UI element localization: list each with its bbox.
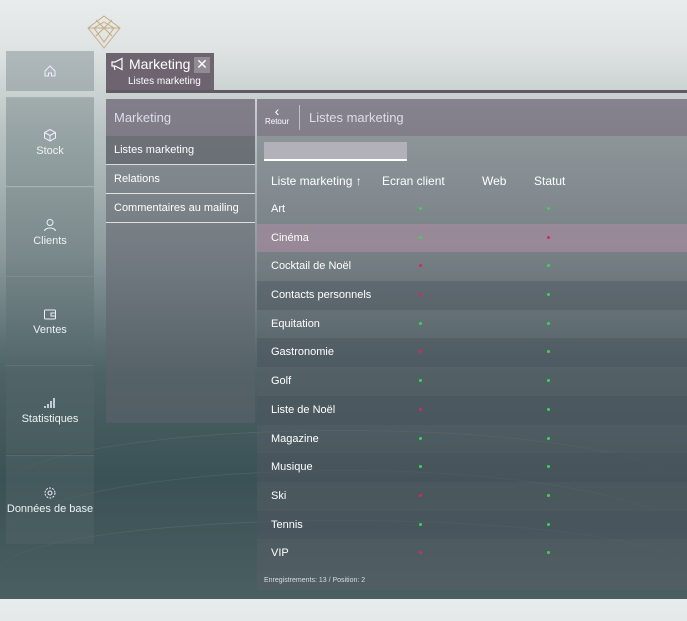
main-header: ‹ Retour Listes marketing: [257, 99, 687, 136]
row-name: VIP: [271, 547, 289, 560]
statut-status-dot: [547, 207, 550, 210]
bar-chart-icon: [44, 397, 55, 408]
ecran-client-status-dot: [419, 379, 422, 383]
submenu-item-commentaires-mailing[interactable]: Commentaires au mailing: [106, 194, 255, 223]
ecran-client-status-dot: [419, 321, 422, 325]
nav-label: Clients: [33, 234, 67, 247]
wallet-icon: [44, 309, 56, 319]
nav-label: Statistiques: [21, 412, 79, 425]
tab-subtitle: Listes marketing: [128, 76, 201, 87]
statut-status-dot: [547, 264, 550, 268]
row-name: Magazine: [271, 432, 319, 445]
nav-item-stock[interactable]: Stock: [6, 97, 94, 186]
statut-status-dot: [547, 407, 550, 411]
statut-status-dot: [547, 235, 550, 239]
column-header-web[interactable]: Web: [482, 174, 506, 188]
table-row[interactable]: Contacts personnels: [257, 281, 687, 310]
table-body: Art Cinéma Cocktail de Noël Contacts person…: [257, 195, 687, 568]
submenu-item-listes-marketing[interactable]: Listes marketing: [106, 136, 255, 165]
search-input[interactable]: [264, 142, 407, 161]
statut-status-dot: [547, 522, 550, 526]
statut-status-dot: [547, 379, 550, 383]
row-name: Ski: [271, 489, 287, 502]
ecran-client-status-dot: [419, 235, 422, 239]
table-row[interactable]: Tennis: [257, 510, 687, 540]
column-header-statut[interactable]: Statut: [534, 174, 565, 188]
tab-underline: [106, 90, 687, 93]
ecran-client-status-dot: [419, 293, 422, 297]
statut-status-dot: [547, 551, 550, 555]
nav-item-ventes[interactable]: Ventes: [6, 276, 94, 365]
main-navigation: Stock Clients Ventes Statistiques Donnée…: [6, 51, 94, 545]
statut-status-dot: [547, 321, 550, 325]
ecran-client-status-dot: [419, 436, 422, 440]
row-name: Cinéma: [271, 231, 309, 244]
ecran-client-status-dot: [419, 465, 422, 469]
table-row[interactable]: Ski: [257, 482, 687, 511]
statut-status-dot: [547, 436, 550, 440]
row-name: Contacts personnels: [271, 289, 372, 302]
column-header-liste[interactable]: Liste marketing ↑: [271, 174, 362, 188]
user-icon: [44, 218, 56, 231]
gear-icon: [44, 487, 56, 498]
statut-status-dot: [547, 350, 550, 354]
table-row[interactable]: Magazine: [257, 425, 687, 454]
secondary-menu: Marketing Listes marketing Relations Com…: [106, 99, 255, 423]
table-row[interactable]: VIP: [257, 539, 687, 568]
ecran-client-status-dot: [419, 207, 422, 210]
record-status: Enregistrements: 13 / Position: 2: [264, 577, 366, 584]
nav-item-statistiques[interactable]: Statistiques: [6, 365, 94, 454]
row-name: Cocktail de Noël: [271, 260, 352, 273]
close-icon[interactable]: ✕: [194, 57, 210, 73]
row-name: Liste de Noël: [271, 403, 336, 416]
submenu-item-relations[interactable]: Relations: [106, 165, 255, 194]
box-icon: [44, 128, 56, 142]
table-row[interactable]: Cocktail de Noël: [257, 252, 687, 281]
row-name: Tennis: [271, 518, 303, 531]
table-row[interactable]: Musique: [257, 453, 687, 482]
table-row[interactable]: Golf: [257, 367, 687, 396]
row-name: Equitation: [271, 317, 320, 330]
back-label: Retour: [264, 117, 289, 126]
statut-status-dot: [547, 465, 550, 469]
home-icon: [44, 65, 56, 77]
statut-status-dot: [547, 493, 550, 497]
megaphone-icon: [111, 57, 123, 71]
column-header-ecran-client[interactable]: Ecran client: [382, 174, 445, 188]
divider: [299, 105, 300, 130]
back-button[interactable]: ‹ Retour: [261, 103, 293, 126]
submenu-title: Marketing: [106, 99, 255, 136]
chevron-left-icon: ‹: [274, 103, 280, 119]
nav-label: Données de base: [6, 502, 94, 515]
nav-item-clients[interactable]: Clients: [6, 187, 94, 276]
home-button[interactable]: [6, 51, 94, 91]
ecran-client-status-dot: [419, 407, 422, 411]
ecran-client-status-dot: [419, 264, 422, 268]
statut-status-dot: [547, 293, 550, 297]
row-name: Musique: [271, 461, 313, 474]
ecran-client-status-dot: [419, 350, 422, 354]
nav-item-donnees-de-base[interactable]: Données de base: [6, 455, 94, 544]
row-name: Art: [271, 203, 286, 215]
table-row[interactable]: Cinéma: [257, 223, 687, 253]
table-row[interactable]: Equitation: [257, 310, 687, 339]
row-name: Golf: [271, 375, 292, 388]
ecran-client-status-dot: [419, 493, 422, 497]
nav-label: Ventes: [33, 323, 67, 336]
nav-label: Stock: [36, 144, 64, 157]
row-name: Gastronomie: [271, 346, 334, 359]
main-panel: ‹ Retour Listes marketing Liste marketin…: [257, 99, 687, 590]
table-row[interactable]: Liste de Noël: [257, 395, 687, 425]
tab-marketing[interactable]: Marketing Listes marketing ✕: [106, 53, 214, 91]
tab-title: Marketing: [129, 56, 191, 72]
page-title: Listes marketing: [309, 110, 404, 125]
table-header: Liste marketing ↑ Ecran client Web Statu…: [257, 167, 687, 195]
brand-logo: [80, 14, 128, 50]
table-row[interactable]: Gastronomie: [257, 338, 687, 368]
ecran-client-status-dot: [419, 551, 422, 555]
tab-title-row: Marketing: [110, 56, 190, 72]
table-row[interactable]: Art: [257, 195, 687, 224]
ecran-client-status-dot: [419, 522, 422, 526]
